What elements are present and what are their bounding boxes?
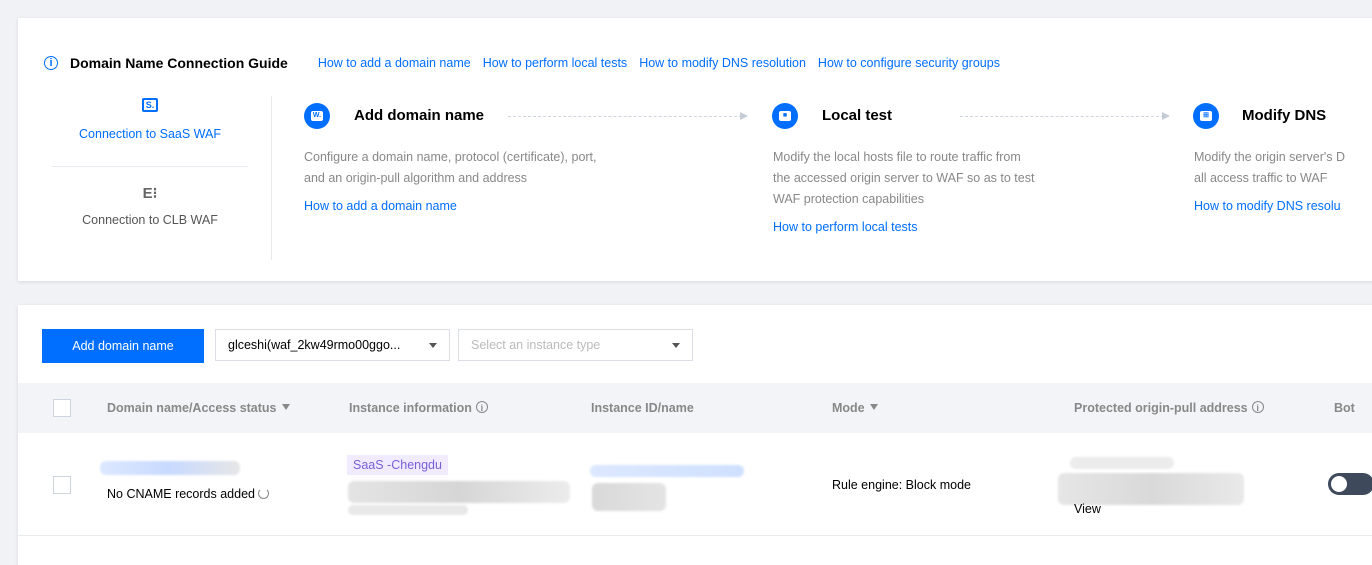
header-domain[interactable]: Domain name/Access status — [107, 383, 290, 433]
header-origin-address: Protected origin-pull address i — [1074, 383, 1264, 433]
header-bot: Bot — [1334, 401, 1355, 415]
arrow-right-icon — [1162, 112, 1170, 120]
redacted-origin-address — [1070, 457, 1174, 469]
modify-dns-step-icon: ⊞ — [1193, 103, 1219, 129]
access-status: No CNAME records added — [107, 487, 269, 501]
vertical-divider — [271, 96, 272, 260]
instance-type-select[interactable]: Select an instance type — [458, 329, 693, 361]
step-2-link[interactable]: How to perform local tests — [773, 220, 918, 234]
row-divider — [18, 535, 1372, 536]
arrow-right-icon — [740, 112, 748, 120]
redacted-instance-info — [348, 481, 570, 503]
header-mode[interactable]: Mode — [832, 383, 878, 433]
add-domain-step-icon: W. — [304, 103, 330, 129]
info-icon[interactable]: i — [1251, 400, 1264, 413]
step-arrow-2 — [960, 116, 1164, 117]
redacted-origin-address — [1058, 473, 1244, 505]
step-3-link[interactable]: How to modify DNS resolu — [1194, 199, 1341, 213]
step-1-desc: Configure a domain name, protocol (certi… — [304, 150, 597, 185]
chevron-down-icon — [429, 343, 437, 348]
filter-icon[interactable] — [281, 403, 290, 410]
add-domain-button[interactable]: Add domain name — [42, 329, 204, 363]
header-instance-id: Instance ID/name — [591, 401, 694, 415]
instance-select[interactable]: glceshi(waf_2kw49rmo00ggo... — [215, 329, 450, 361]
row-checkbox[interactable] — [53, 476, 71, 494]
guide-header: i Domain Name Connection Guide How to ad… — [44, 53, 1000, 73]
step-2-desc: Modify the local hosts file to route tra… — [773, 150, 1035, 206]
instance-type-placeholder: Select an instance type — [471, 338, 601, 352]
step-2-title: Local test — [822, 107, 893, 124]
domain-list-card: Add domain name glceshi(waf_2kw49rmo00gg… — [18, 305, 1372, 565]
clb-icon: E⁝ — [142, 185, 158, 202]
saas-icon: S. — [142, 98, 158, 112]
region-tag: SaaS -Chengdu — [347, 455, 448, 475]
view-link[interactable]: View — [1074, 502, 1101, 516]
refresh-icon[interactable] — [257, 488, 269, 500]
instance-select-value: glceshi(waf_2kw49rmo00ggo... — [228, 338, 401, 352]
local-test-step-icon: ■ — [772, 103, 798, 129]
side-divider — [52, 166, 248, 167]
guide-link-local-tests[interactable]: How to perform local tests — [483, 56, 628, 70]
filter-icon[interactable] — [869, 403, 878, 410]
redacted-instance-info — [348, 505, 468, 515]
table-row: No CNAME records added SaaS -Chengdu Rul… — [18, 433, 1372, 535]
step-1-link[interactable]: How to add a domain name — [304, 199, 457, 213]
select-all-checkbox[interactable] — [53, 399, 71, 417]
mode-value: Rule engine: Block mode — [832, 478, 971, 492]
guide-title: Domain Name Connection Guide — [70, 55, 288, 71]
step-3-title: Modify DNS — [1242, 107, 1327, 124]
step-3-desc: Modify the origin server's D all access … — [1194, 150, 1346, 185]
redacted-instance-name — [592, 483, 666, 511]
chevron-down-icon — [672, 343, 680, 348]
connection-clb-waf[interactable]: E⁝ Connection to CLB WAF — [62, 185, 238, 228]
info-icon: i — [44, 56, 58, 70]
info-icon[interactable]: i — [475, 400, 488, 413]
step-arrow-1 — [508, 116, 742, 117]
guide-link-add-domain[interactable]: How to add a domain name — [318, 56, 471, 70]
connection-clb-label: Connection to CLB WAF — [82, 213, 218, 227]
connection-saas-label: Connection to SaaS WAF — [79, 127, 221, 141]
redacted-domain — [100, 461, 240, 475]
connection-guide-card: i Domain Name Connection Guide How to ad… — [18, 18, 1372, 281]
redacted-instance-id — [590, 465, 744, 477]
bot-toggle[interactable] — [1328, 473, 1372, 495]
header-instance-info: Instance information i — [349, 383, 488, 433]
connection-saas-waf[interactable]: S. Connection to SaaS WAF — [62, 98, 238, 141]
table-header: Domain name/Access status Instance infor… — [18, 383, 1372, 433]
guide-link-security-groups[interactable]: How to configure security groups — [818, 56, 1000, 70]
guide-link-modify-dns[interactable]: How to modify DNS resolution — [639, 56, 806, 70]
toggle-knob — [1331, 476, 1347, 492]
step-1-title: Add domain name — [354, 107, 485, 124]
